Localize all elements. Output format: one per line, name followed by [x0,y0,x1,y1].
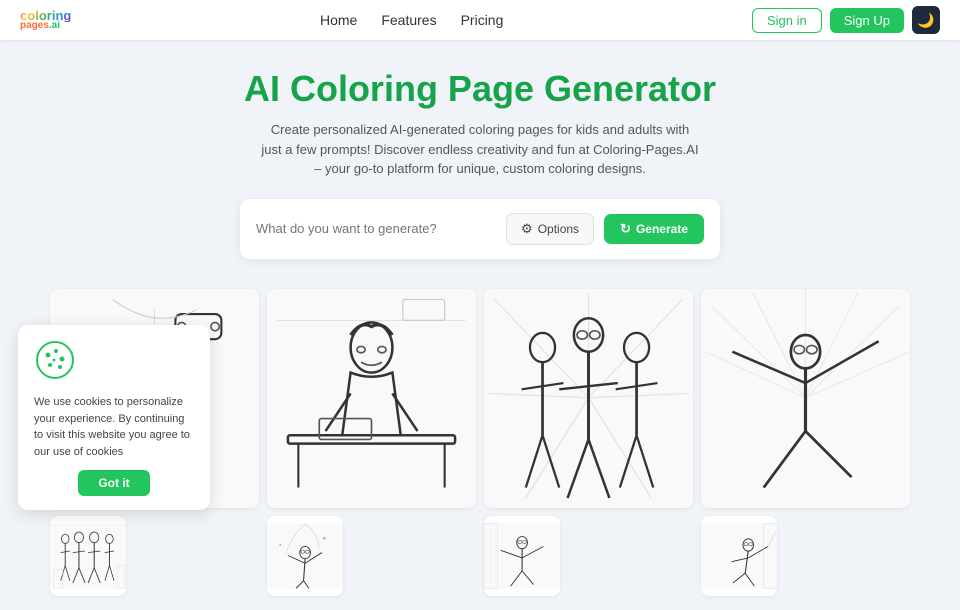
gallery-item[interactable] [484,289,693,508]
cookie-banner: We use cookies to personalize your exper… [18,325,210,510]
moon-icon: 🌙 [917,12,934,29]
gallery-item[interactable] [701,289,910,508]
nav-link-features[interactable]: Features [381,12,436,28]
gallery-item[interactable] [50,516,126,596]
nav-link-pricing[interactable]: Pricing [461,12,504,28]
hero-subtitle: Create personalized AI-generated colorin… [260,120,700,179]
gallery-item[interactable]: ✦ ✦ [267,516,343,596]
nav-link-home[interactable]: Home [320,12,357,28]
gallery-image-6: ✦ ✦ [267,516,343,596]
generate-button[interactable]: ↻ Generate [604,214,704,244]
logo: coloring pages.ai [20,9,71,31]
hero-section: AI Coloring Page Generator Create person… [0,40,960,275]
hero-title: AI Coloring Page Generator [20,68,940,110]
nav-links: Home Features Pricing [320,12,503,28]
gallery-item[interactable] [701,516,777,596]
signin-button[interactable]: Sign in [752,8,822,33]
gallery-image-8 [701,516,777,596]
gallery-image-7 [484,516,560,596]
signup-button[interactable]: Sign Up [830,8,904,33]
navbar: coloring pages.ai Home Features Pricing … [0,0,960,40]
generate-label: Generate [636,222,688,236]
options-label: Options [538,222,579,236]
svg-text:✦: ✦ [322,535,327,542]
gallery-item[interactable] [267,289,476,508]
got-it-button[interactable]: Got it [78,470,149,496]
search-bar: ⚙ Options ↻ Generate [240,199,720,259]
gallery-image-3 [484,289,693,508]
gallery-image-5 [50,516,126,596]
nav-actions: Sign in Sign Up 🌙 [752,6,940,34]
svg-text:✦: ✦ [278,542,282,547]
gallery-item[interactable] [484,516,560,596]
dark-mode-button[interactable]: 🌙 [912,6,940,34]
cookie-text: We use cookies to personalize your exper… [34,394,194,460]
gear-icon: ⚙ [521,221,533,237]
gallery-image-2 [267,289,476,508]
search-input[interactable] [256,221,496,236]
options-button[interactable]: ⚙ Options [506,213,594,245]
refresh-icon: ↻ [620,221,631,237]
cookie-icon [34,339,76,381]
gallery-image-4 [701,289,910,508]
